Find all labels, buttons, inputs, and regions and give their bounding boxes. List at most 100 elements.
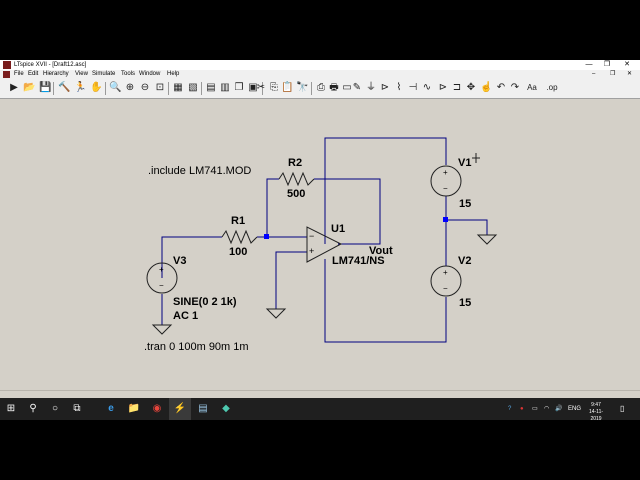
toolbar-separator: [168, 82, 169, 95]
redo-icon[interactable]: ↷: [509, 82, 521, 94]
find-icon[interactable]: 🔭: [296, 82, 308, 94]
control-panel-icon[interactable]: 🔨: [58, 82, 70, 94]
notepad-icon[interactable]: ▤: [192, 398, 214, 420]
move-icon[interactable]: ✥: [465, 82, 477, 94]
copy-icon[interactable]: ⎘: [268, 82, 280, 94]
security-tray-icon[interactable]: ●: [520, 398, 524, 420]
r1-value-label[interactable]: 100: [229, 246, 247, 258]
clock-date: 14-11-2019: [588, 409, 604, 420]
r2-name-label[interactable]: R2: [288, 157, 302, 169]
wire-ground-right[interactable]: [446, 219, 488, 235]
resistor-r1[interactable]: [221, 229, 258, 245]
tran-directive[interactable]: .tran 0 100m 90m 1m: [144, 341, 249, 353]
wire-input[interactable]: [161, 236, 222, 278]
search-icon[interactable]: ⚲: [22, 398, 44, 420]
menu-simulate[interactable]: Simulate: [92, 70, 115, 79]
inductor-icon[interactable]: ∿: [421, 82, 433, 94]
capacitor-icon[interactable]: ⊣: [407, 82, 419, 94]
component-icon[interactable]: ⊐: [451, 82, 463, 94]
wire-plus-ground[interactable]: [275, 251, 307, 309]
zoom-in-icon[interactable]: 🔍: [109, 82, 121, 94]
help-tray-icon[interactable]: ?: [508, 398, 511, 420]
chrome-icon[interactable]: ◉: [146, 398, 168, 420]
u1-value-label[interactable]: LM741/NS: [332, 255, 385, 267]
battery-tray-icon[interactable]: ▭: [532, 398, 538, 420]
v3-value-label[interactable]: SINE(0 2 1k): [173, 296, 237, 308]
diode-icon[interactable]: ⊳: [437, 82, 449, 94]
v3-ac-label[interactable]: AC 1: [173, 310, 198, 322]
task-view-icon[interactable]: ⧉: [66, 398, 88, 420]
v2-name-label[interactable]: V2: [458, 255, 471, 267]
wifi-tray-icon[interactable]: ◠: [544, 398, 549, 420]
autoscale-icon[interactable]: ▦: [172, 82, 184, 94]
resistor-icon[interactable]: ⌇: [393, 82, 405, 94]
document-icon[interactable]: [3, 71, 10, 78]
spice-directive-icon[interactable]: .op: [543, 82, 561, 94]
r2-value-label[interactable]: 500: [287, 188, 305, 200]
system-clock[interactable]: 9:47 14-11-2019: [584, 402, 608, 420]
file-explorer-icon[interactable]: 📁: [123, 398, 145, 420]
doc-restore-button[interactable]: ❐: [610, 70, 615, 79]
v1-value-label[interactable]: 15: [459, 198, 471, 210]
volume-tray-icon[interactable]: 🔊: [555, 398, 562, 420]
cascade-icon[interactable]: ❐: [233, 82, 245, 94]
drag-icon[interactable]: ☝: [480, 82, 492, 94]
delete-traces-icon[interactable]: ▧: [187, 82, 199, 94]
undo-icon[interactable]: ↶: [495, 82, 507, 94]
pan-hand-icon[interactable]: ✋: [90, 82, 102, 94]
minimize-button[interactable]: —: [580, 60, 598, 70]
draw-wire-icon[interactable]: ✎: [351, 82, 363, 94]
menu-hierarchy[interactable]: Hierarchy: [43, 70, 69, 79]
doc-minimize-button[interactable]: –: [592, 70, 595, 79]
ground-symbol-v3[interactable]: [151, 324, 173, 335]
menu-bar: File Edit Hierarchy View Simulate Tools …: [0, 70, 640, 79]
label-net-icon[interactable]: ⊳: [379, 82, 391, 94]
v2-value-label[interactable]: 15: [459, 297, 471, 309]
wire-feedback[interactable]: [266, 178, 279, 237]
run-icon[interactable]: ▶: [8, 82, 20, 94]
wire-bottom-rail[interactable]: [324, 259, 447, 343]
maximize-button[interactable]: ❐: [598, 60, 616, 70]
include-directive[interactable]: .include LM741.MOD: [148, 165, 251, 177]
edge-icon[interactable]: e: [100, 398, 122, 420]
print-icon[interactable]: 🖶: [328, 82, 340, 94]
open-icon[interactable]: 📂: [23, 82, 35, 94]
ground-icon[interactable]: ⏚: [365, 82, 377, 94]
cut-icon[interactable]: ✂: [255, 82, 267, 94]
ground-symbol-right[interactable]: [476, 234, 498, 245]
save-icon[interactable]: 💾: [39, 82, 51, 94]
media-app-icon[interactable]: ◆: [215, 398, 237, 420]
menu-help[interactable]: Help: [167, 70, 179, 79]
title-bar: LTspice XVII - [Draft12.asc] — ❐ ✕: [0, 60, 640, 70]
close-button[interactable]: ✕: [618, 60, 636, 70]
junction-dot: [443, 217, 448, 222]
zoom-fit-icon[interactable]: ⊡: [154, 82, 166, 94]
menu-file[interactable]: File: [14, 70, 24, 79]
zoom-pan-icon[interactable]: ⊕: [124, 82, 136, 94]
doc-close-button[interactable]: ✕: [627, 70, 632, 79]
paste-icon[interactable]: 📋: [281, 82, 293, 94]
ltspice-taskbar-icon[interactable]: ⚡: [169, 398, 191, 420]
wire-r2-out[interactable]: [314, 178, 381, 245]
schematic-canvas[interactable]: − + + − + − + − .include LM741.MOD R2 50…: [0, 101, 640, 388]
menu-view[interactable]: View: [75, 70, 88, 79]
menu-tools[interactable]: Tools: [121, 70, 135, 79]
zoom-out-icon[interactable]: ⊖: [139, 82, 151, 94]
notification-icon[interactable]: ▯: [620, 398, 624, 420]
text-icon[interactable]: Aa: [523, 82, 541, 94]
start-button-icon[interactable]: ⊞: [0, 398, 22, 420]
ground-symbol-plus[interactable]: [265, 308, 287, 319]
menu-edit[interactable]: Edit: [28, 70, 38, 79]
r1-name-label[interactable]: R1: [231, 215, 245, 227]
u1-name-label[interactable]: U1: [331, 223, 345, 235]
resistor-r2[interactable]: [278, 171, 315, 187]
v1-name-label[interactable]: V1: [458, 157, 471, 169]
cortana-icon[interactable]: ○: [44, 398, 66, 420]
menu-window[interactable]: Window: [139, 70, 160, 79]
run-man-icon[interactable]: 🏃: [74, 82, 86, 94]
print-setup-icon[interactable]: ⎙: [315, 82, 327, 94]
tile-vertical-icon[interactable]: ▥: [219, 82, 231, 94]
language-indicator[interactable]: ENG: [568, 398, 581, 420]
v3-name-label[interactable]: V3: [173, 255, 186, 267]
tile-horizontal-icon[interactable]: ▤: [205, 82, 217, 94]
